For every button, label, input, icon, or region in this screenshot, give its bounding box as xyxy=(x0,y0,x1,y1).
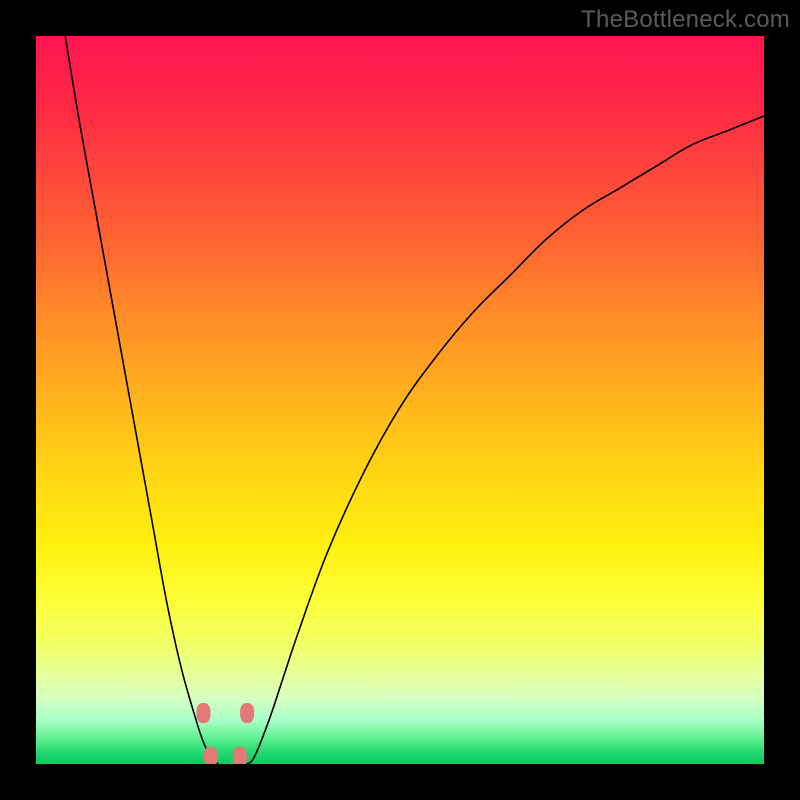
watermark-text: TheBottleneck.com xyxy=(581,6,790,34)
chart-container: TheBottleneck.com xyxy=(0,0,800,800)
data-marker xyxy=(240,703,254,723)
data-marker xyxy=(196,703,210,723)
curve-layer xyxy=(36,36,764,764)
data-marker xyxy=(204,747,218,764)
data-marker xyxy=(233,747,247,764)
right-branch-curve xyxy=(247,116,764,764)
plot-area xyxy=(36,36,764,764)
marker-group xyxy=(196,703,254,764)
left-branch-curve xyxy=(65,36,218,764)
